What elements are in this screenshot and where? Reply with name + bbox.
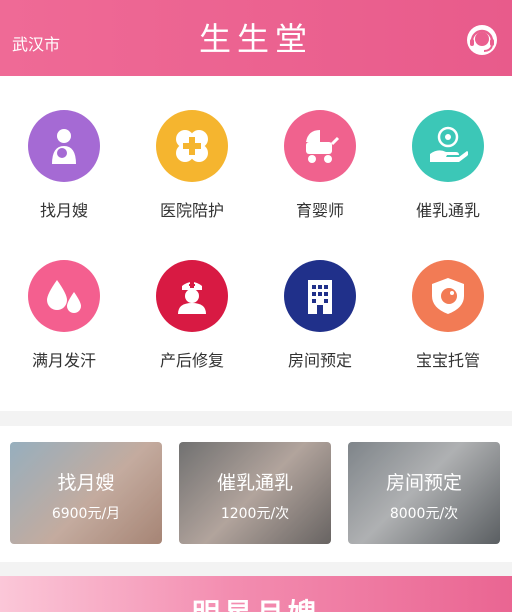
service-item[interactable]: 育婴师 [256,76,384,226]
headset-icon [467,25,497,55]
service-label: 催乳通乳 [415,201,480,220]
nurse-icon [178,282,206,314]
section-banner: 明星月嫂 [0,576,512,612]
service-icon-circle [28,260,100,332]
service-grid: 找月嫂 医院陪护 育婴师 催乳通乳 满月发汗 产后修复 房间预定 宝宝托管 [0,76,512,411]
service-label: 找月嫂 [39,201,88,220]
top-bar: 武汉市 生生堂 [0,0,512,76]
service-item[interactable]: 催乳通乳 [384,76,512,226]
building-icon [308,280,332,314]
service-item[interactable]: 医院陪护 [128,76,256,226]
service-icon-circle [28,110,100,182]
promo-card[interactable]: 找月嫂 6900元/月 [10,442,162,544]
service-label: 房间预定 [287,351,352,370]
service-icon-circle [412,110,484,182]
service-item[interactable]: 产后修复 [128,226,256,376]
service-label: 医院陪护 [159,201,224,220]
service-icon-circle [284,110,356,182]
promo-card[interactable]: 催乳通乳 1200元/次 [179,442,331,544]
service-item[interactable]: 房间预定 [256,226,384,376]
banner-title: 明星月嫂 [0,592,512,612]
card-title: 催乳通乳 [216,472,293,494]
service-icon-circle [412,260,484,332]
service-item[interactable]: 宝宝托管 [384,226,512,376]
service-label: 宝宝托管 [415,351,480,370]
brand-logo: 生生堂 [198,20,313,58]
drops-icon [47,280,81,313]
service-item[interactable]: 满月发汗 [0,226,128,376]
mother-baby-icon [52,129,76,164]
customer-service-button[interactable] [465,23,499,57]
baby-shield-icon [432,278,464,314]
service-icon-circle [284,260,356,332]
city-selector[interactable]: 武汉市 [12,31,60,55]
card-price: 1200元/次 [220,506,290,522]
promo-card[interactable]: 房间预定 8000元/次 [348,442,500,544]
card-price: 8000元/次 [389,506,459,522]
card-price: 6900元/月 [51,506,121,522]
card-title: 找月嫂 [57,472,115,494]
card-title: 房间预定 [385,472,462,494]
service-label: 产后修复 [159,351,224,370]
promo-cards: 找月嫂 6900元/月 催乳通乳 1200元/次 房间预定 8000元/次 [0,426,512,562]
service-item[interactable]: 找月嫂 [0,76,128,226]
medical-cross-icon [176,130,208,162]
service-label: 满月发汗 [31,351,96,370]
service-label: 育婴师 [295,201,344,220]
baby-stroller-icon [306,130,340,163]
service-icon-circle [156,260,228,332]
service-icon-circle [156,110,228,182]
hand-care-icon [430,126,468,162]
